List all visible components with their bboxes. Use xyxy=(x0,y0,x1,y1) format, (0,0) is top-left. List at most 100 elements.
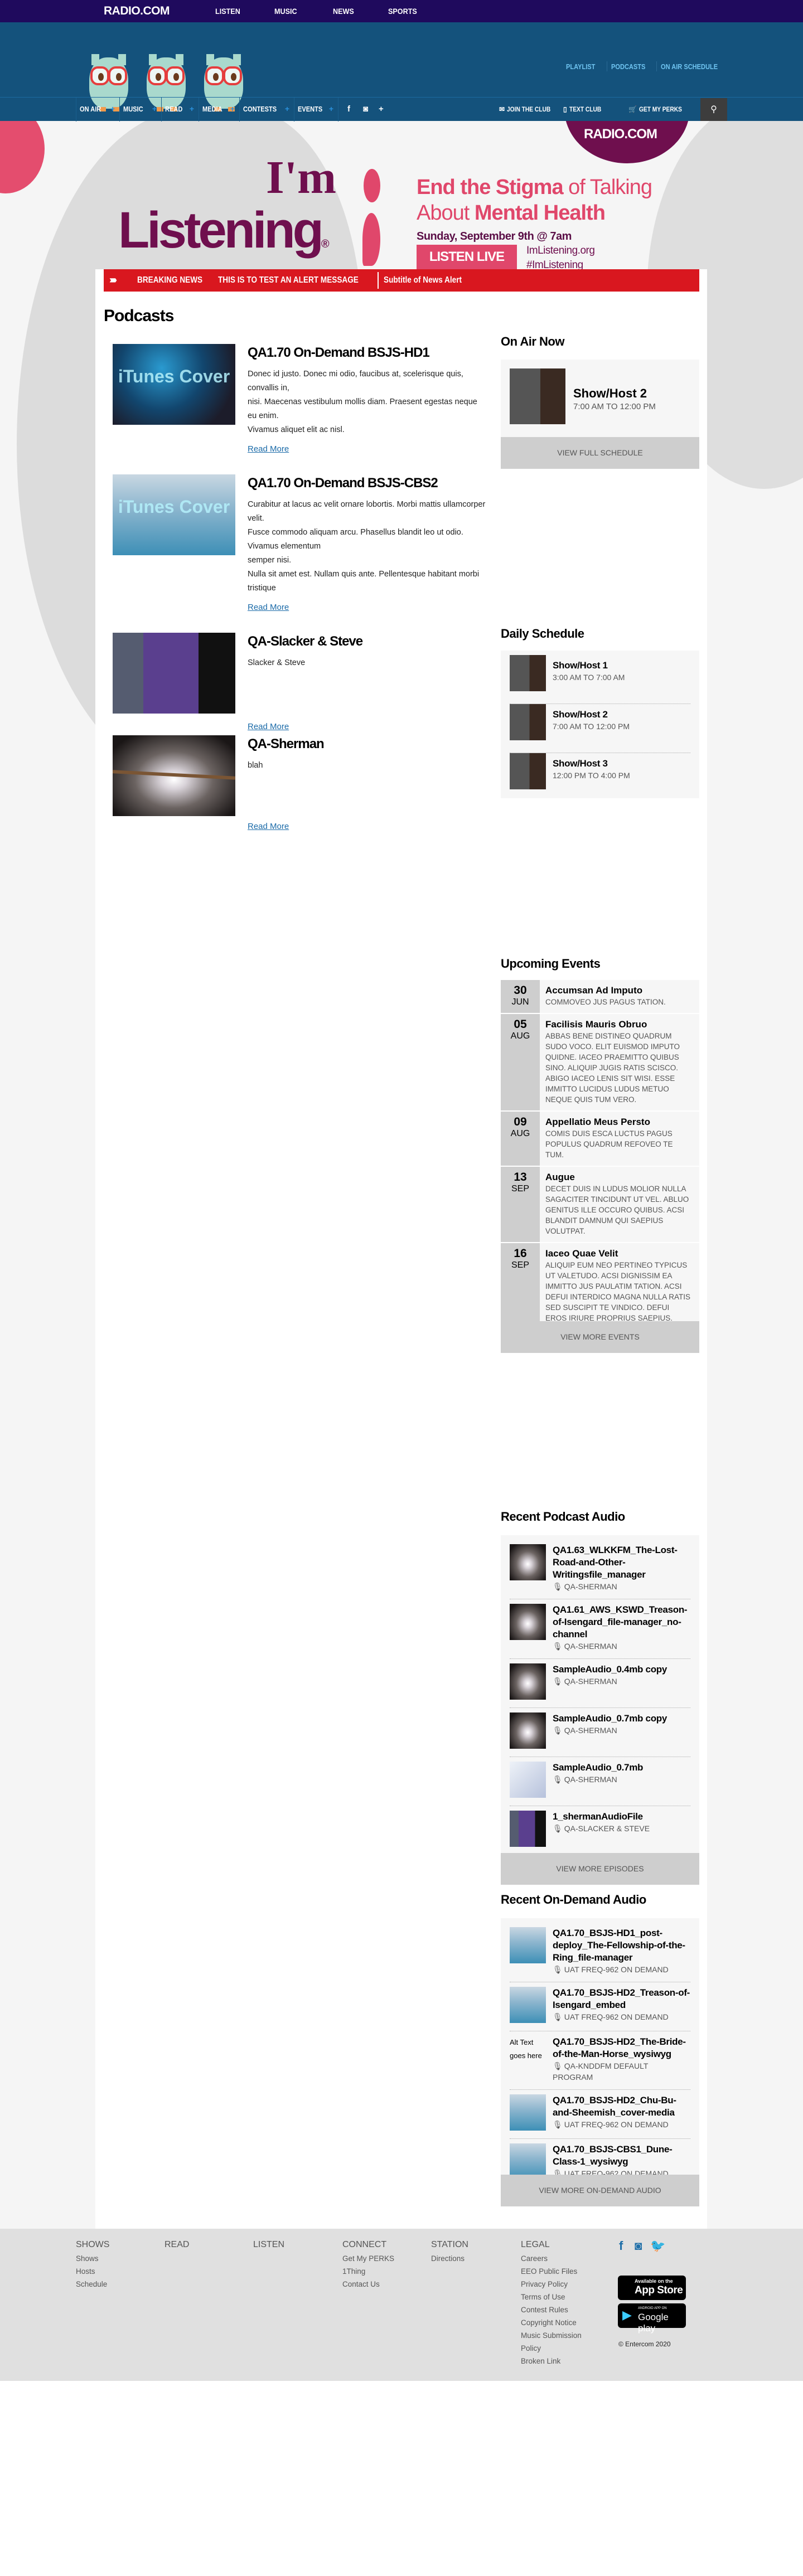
nav-item-music[interactable]: MUSIC + xyxy=(119,98,161,122)
recent-ondemand-audio-more-button[interactable]: VIEW MORE ON-DEMAND AUDIO xyxy=(501,2175,699,2206)
app-store-badge[interactable]: Available on the App Store xyxy=(618,2276,686,2300)
radio-com-logo[interactable]: RADIO.COM xyxy=(104,4,170,18)
read-more-link[interactable]: Read More xyxy=(248,603,289,612)
nav-link-get-my-perks[interactable]: 🛒 GET MY PERKS xyxy=(628,105,689,113)
instagram-icon[interactable]: ◙ xyxy=(635,2239,642,2253)
podcast-cover-image[interactable]: iTunes Cover xyxy=(113,474,235,555)
episode-show-name: QA-KNDDFM DEFAULT PROGRAM xyxy=(553,2061,649,2082)
podcast-title[interactable]: QA-Slacker & Steve xyxy=(248,634,363,649)
instagram-icon[interactable]: ◙ xyxy=(363,104,368,114)
breaking-news-bar[interactable]: ››››› BREAKING NEWS THIS IS TO TEST AN A… xyxy=(104,269,699,292)
view-full-schedule-button[interactable]: VIEW FULL SCHEDULE xyxy=(501,437,699,469)
episode-title[interactable]: QA1.70_BSJS-HD2_Chu-Bu-and-Sheemish_cove… xyxy=(553,2094,690,2119)
nav-item-on-air[interactable]: ON AIR + xyxy=(76,98,119,122)
page-title: Podcasts xyxy=(104,307,174,325)
footer-link[interactable]: Broken Link xyxy=(521,2355,588,2368)
episode-title[interactable]: QA1.63_WLKKFM_The-Lost-Road-and-Other-Wr… xyxy=(553,1544,690,1581)
audio-item[interactable]: QA1.61_AWS_KSWD_Treason-of-Isengard_file… xyxy=(510,1599,690,1659)
audio-item[interactable]: QA1.70_BSJS-HD1_post-deploy_The-Fellowsh… xyxy=(510,1923,690,1982)
twitter-icon[interactable]: 🐦 xyxy=(650,2239,665,2253)
network-link-sports[interactable]: SPORTS xyxy=(388,7,417,16)
footer-link[interactable]: Hosts xyxy=(76,2265,143,2278)
event-title[interactable]: Accumsan Ad Imputo xyxy=(545,984,666,997)
audio-item[interactable]: SampleAudio_0.7mb copy 🎙 QA-SHERMAN xyxy=(510,1708,690,1757)
nav-link-join-the-club[interactable]: ✉ JOIN THE CLUB xyxy=(499,105,558,113)
episode-title[interactable]: SampleAudio_0.7mb copy xyxy=(553,1713,690,1725)
footer-link[interactable]: Privacy Policy xyxy=(521,2278,588,2291)
header-link-podcasts[interactable]: PODCASTS xyxy=(611,62,645,71)
radio-com-badge: RADIO.COM xyxy=(564,121,690,163)
nav-item-read[interactable]: READ + xyxy=(161,98,199,122)
podcast-title[interactable]: QA1.70 On-Demand BSJS-CBS2 xyxy=(248,476,438,491)
google-play-badge[interactable]: ▶ ANDROID APP ON Google play xyxy=(618,2303,686,2334)
event-title[interactable]: Appellatio Meus Persto xyxy=(545,1116,693,1128)
podcast-cover-image[interactable] xyxy=(113,735,235,816)
audio-item[interactable]: QA1.63_WLKKFM_The-Lost-Road-and-Other-Wr… xyxy=(510,1540,690,1599)
schedule-item[interactable]: Show/Host 3 12:00 PM TO 4:00 PM xyxy=(510,753,690,798)
nav-item-media[interactable]: MEDIA + xyxy=(199,98,239,122)
audio-item[interactable]: QA1.70_BSJS-HD2_Chu-Bu-and-Sheemish_cove… xyxy=(510,2090,690,2139)
view-more-events-button[interactable]: VIEW MORE EVENTS xyxy=(501,1321,699,1353)
nav-item-events[interactable]: EVENTS + xyxy=(294,98,338,122)
episode-title[interactable]: SampleAudio_0.4mb copy xyxy=(553,1663,690,1676)
footer-link[interactable]: Music Submission Policy xyxy=(521,2329,588,2355)
audio-item[interactable]: Alt Text goes here QA1.70_BSJS-HD2_The-Br… xyxy=(510,2031,690,2090)
copyright: © Entercom 2020 xyxy=(618,2340,671,2348)
network-link-listen[interactable]: LISTEN xyxy=(215,7,240,16)
audio-item[interactable]: QA1.70_BSJS-HD2_Treason-of-Isengard_embe… xyxy=(510,1982,690,2031)
on-air-show[interactable]: Show/Host 2 xyxy=(573,386,647,401)
header-link-playlist[interactable]: PLAYLIST xyxy=(566,62,595,71)
facebook-icon[interactable]: f xyxy=(347,104,350,114)
footer-link[interactable]: Directions xyxy=(431,2252,498,2265)
episode-title[interactable]: QA1.70_BSJS-HD2_Treason-of-Isengard_embe… xyxy=(553,1987,690,2011)
schedule-item[interactable]: Show/Host 1 3:00 AM TO 7:00 AM xyxy=(510,655,690,704)
episode-title[interactable]: QA1.61_AWS_KSWD_Treason-of-Isengard_file… xyxy=(553,1604,690,1641)
episode-title[interactable]: QA1.70_BSJS-CBS1_Dune-Class-1_wysiwyg xyxy=(553,2143,690,2168)
event-item[interactable]: 13 SEP Augue DECET DUIS IN LUDUS MOLIOR NUL… xyxy=(501,1167,699,1243)
footer-link[interactable]: Terms of Use xyxy=(521,2291,588,2303)
podcast-title[interactable]: QA1.70 On-Demand BSJS-HD1 xyxy=(248,345,430,361)
event-title[interactable]: Facilisis Mauris Obruo xyxy=(545,1018,693,1031)
event-title[interactable]: Augue xyxy=(545,1171,693,1183)
footer-link[interactable]: Copyright Notice xyxy=(521,2316,588,2329)
host-photo[interactable] xyxy=(510,368,565,424)
footer-link[interactable]: Get My PERKS xyxy=(342,2252,409,2265)
episode-title[interactable]: QA1.70_BSJS-HD1_post-deploy_The-Fellowsh… xyxy=(553,1927,690,1964)
event-item[interactable]: 30 JUN Accumsan Ad Imputo COMMOVEO JUS PAGU… xyxy=(501,980,699,1014)
podcast-cover-image[interactable] xyxy=(113,633,235,714)
plus-icon[interactable]: + xyxy=(379,104,384,114)
nav-item-contests[interactable]: CONTESTS + xyxy=(239,98,294,122)
podcast-title[interactable]: QA-Sherman xyxy=(248,736,325,752)
read-more-link[interactable]: Read More xyxy=(248,822,289,831)
event-title[interactable]: Iaceo Quae Velit xyxy=(545,1248,693,1260)
footer-link[interactable]: Contest Rules xyxy=(521,2303,588,2316)
podcast-cover-image[interactable]: iTunes Cover xyxy=(113,344,235,425)
audio-item[interactable]: 1_shermanAudioFile 🎙 QA-SLACKER & STEVE xyxy=(510,1806,690,1855)
footer-link[interactable]: Careers xyxy=(521,2252,588,2265)
footer-link[interactable]: Schedule xyxy=(76,2278,143,2291)
event-item[interactable]: 05 AUG Facilisis Mauris Obruo ABBAS BENE DI… xyxy=(501,1014,699,1112)
footer-link[interactable]: Contact Us xyxy=(342,2278,409,2291)
audio-item[interactable]: SampleAudio_0.7mb 🎙 QA-SHERMAN xyxy=(510,1757,690,1806)
audio-item[interactable]: SampleAudio_0.4mb copy 🎙 QA-SHERMAN xyxy=(510,1659,690,1708)
read-more-link[interactable]: Read More xyxy=(248,444,289,454)
footer-link[interactable]: Shows xyxy=(76,2252,143,2265)
recent-podcast-audio-more-button[interactable]: VIEW MORE EPISODES xyxy=(501,1853,699,1885)
facebook-icon[interactable]: f xyxy=(619,2239,623,2253)
search-button[interactable]: ⚲ xyxy=(700,98,727,121)
header-link-on-air-schedule[interactable]: ON AIR SCHEDULE xyxy=(661,62,718,71)
episode-title[interactable]: 1_shermanAudioFile xyxy=(553,1811,690,1823)
episode-title[interactable]: SampleAudio_0.7mb xyxy=(553,1762,690,1774)
nav-link-text-club[interactable]: ▯ TEXT CLUB xyxy=(563,105,607,113)
network-link-music[interactable]: MUSIC xyxy=(274,7,297,16)
schedule-item[interactable]: Show/Host 2 7:00 AM TO 12:00 PM xyxy=(510,704,690,753)
event-item[interactable]: 09 AUG Appellatio Meus Persto COMIS DUIS ES… xyxy=(501,1112,699,1167)
footer-link[interactable]: EEO Public Files xyxy=(521,2265,588,2278)
footer-link[interactable]: 1Thing xyxy=(342,2265,409,2278)
banner-headline-1: End the Stigma of Talking xyxy=(417,177,652,198)
listen-live-button[interactable]: LISTEN LIVE xyxy=(417,245,517,269)
im-listening-banner[interactable]: RADIO.COM I'm Listening® End the Stigma … xyxy=(0,121,803,269)
network-link-news[interactable]: NEWS xyxy=(333,7,354,16)
episode-title[interactable]: QA1.70_BSJS-HD2_The-Bride-of-the-Man-Hor… xyxy=(553,2036,690,2060)
read-more-link[interactable]: Read More xyxy=(248,722,289,731)
